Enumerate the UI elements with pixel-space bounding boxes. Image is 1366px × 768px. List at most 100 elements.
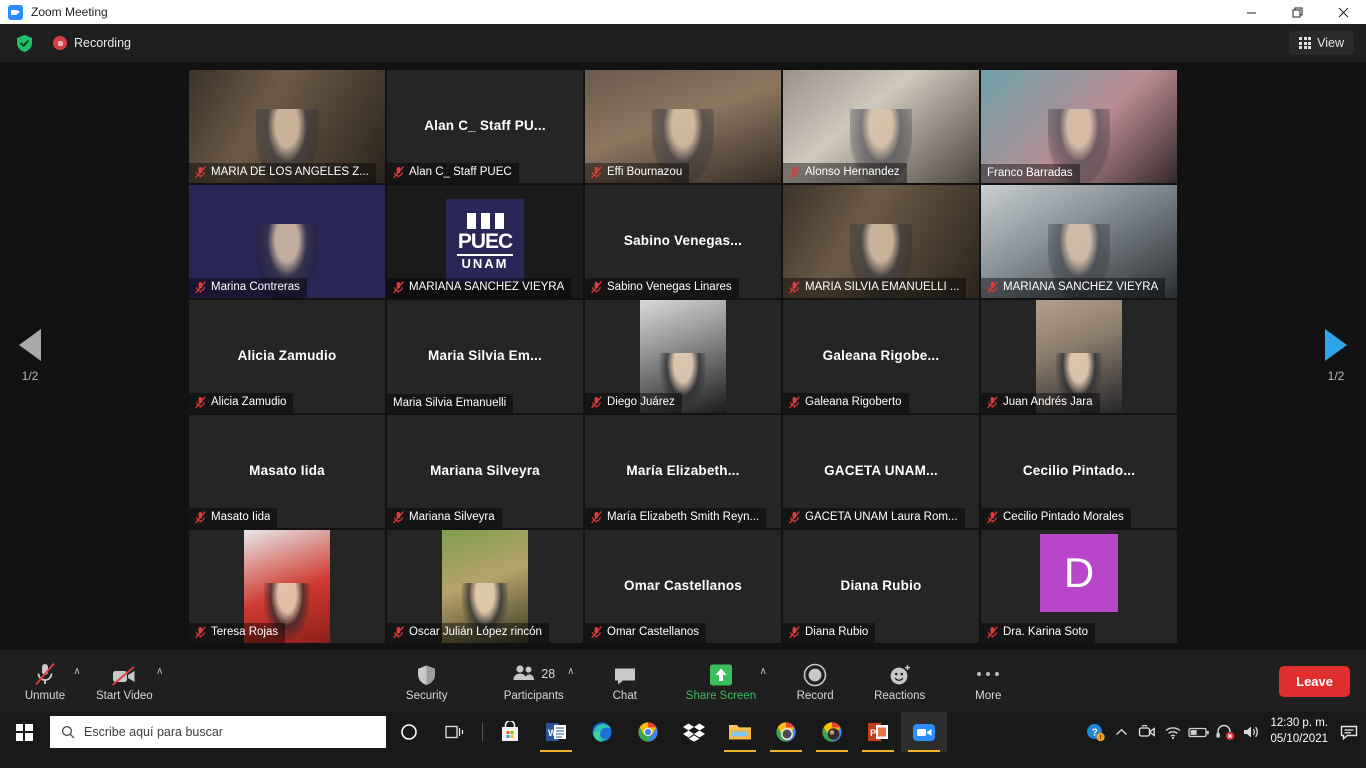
search-placeholder: Escribe aquí para buscar [84,725,223,739]
participant-display-name: Diana Rubio [840,577,922,593]
shield-icon [416,661,437,687]
more-button[interactable]: More [963,650,1013,712]
audio-options-caret[interactable]: ∧ [70,650,84,712]
headset-muted-icon[interactable] [1212,712,1238,752]
dropbox-icon[interactable] [671,712,717,752]
chevron-up-icon: ∧ [759,665,767,677]
participant-name-badge: Franco Barradas [981,163,1080,183]
participant-tile[interactable]: Alonso Hernandez [783,69,979,183]
participant-tile[interactable]: Franco Barradas [981,69,1177,183]
participant-tile[interactable]: Alicia Zamudio Alicia Zamudio [189,299,385,413]
share-screen-label: Share Screen [685,689,757,702]
participant-tile[interactable]: Galeana Rigobe... Galeana Rigoberto [783,299,979,413]
zoom-tray-camera-icon[interactable] [1134,712,1160,752]
chrome-window-2-icon[interactable] [809,712,855,752]
record-button[interactable]: Record [790,650,840,712]
participant-name-badge: Cecilio Pintado Morales [981,507,1131,528]
participant-tile[interactable]: Cecilio Pintado... Cecilio Pintado Moral… [981,414,1177,528]
microphone-muted-icon [195,510,206,523]
participant-tile[interactable]: Marina Contreras [189,184,385,298]
share-screen-button[interactable]: Share Screen [686,650,756,712]
zoom-icon[interactable] [901,712,947,752]
participant-name-badge: Juan Andrés Jara [981,392,1100,413]
participant-tile[interactable]: Diego Juárez [585,299,781,413]
start-video-button[interactable]: Start Video [96,650,153,712]
notifications-icon[interactable] [1336,712,1362,752]
volume-icon[interactable] [1238,712,1264,752]
chat-button[interactable]: Chat [600,650,650,712]
participant-tile-grid: MARIA DE LOS ANGELES Z... Alan C_ Staff … [189,69,1177,643]
participant-name-badge: Marina Contreras [189,277,307,298]
participant-tile[interactable]: María Elizabeth... María Elizabeth Smith… [585,414,781,528]
more-label: More [975,689,1002,702]
participant-name: Sabino Venegas Linares [607,281,732,293]
participant-tile[interactable]: Juan Andrés Jara [981,299,1177,413]
participants-label: Participants [503,689,564,702]
participant-tile[interactable]: PUEC UNAM MARIANA SANCHEZ VIEYRA [387,184,583,298]
participant-tile[interactable]: MARIANA SANCHEZ VIEYRA [981,184,1177,298]
participant-name: Oscar Julián López rincón [409,626,542,638]
chrome-icon[interactable] [625,712,671,752]
maximize-button[interactable] [1274,0,1320,24]
participant-name-badge: MARIANA SANCHEZ VIEYRA [981,277,1166,298]
participant-tile[interactable]: Omar Castellanos Omar Castellanos [585,529,781,643]
file-explorer-icon[interactable] [717,712,763,752]
shield-check-icon[interactable] [16,34,33,53]
windows-taskbar: Escribe aquí para buscar W P ? 12:30 p. … [0,712,1366,752]
participant-name: Teresa Rojas [211,626,279,638]
view-button[interactable]: View [1289,31,1354,55]
task-view-icon[interactable] [432,712,478,752]
participant-display-name: Alicia Zamudio [237,347,337,363]
share-options-caret[interactable]: ∧ [756,650,770,712]
chrome-window-icon[interactable] [763,712,809,752]
microphone-muted-icon [987,280,998,293]
start-button[interactable] [0,712,48,752]
participant-tile[interactable]: Alan C_ Staff PU... Alan C_ Staff PUEC [387,69,583,183]
microphone-muted-icon [195,165,206,178]
participant-name-badge: Alonso Hernandez [783,162,907,183]
microsoft-store-icon[interactable] [487,712,533,752]
powerpoint-icon[interactable]: P [855,712,901,752]
edge-icon[interactable] [579,712,625,752]
security-button[interactable]: Security [402,650,452,712]
close-button[interactable] [1320,0,1366,24]
help-warning-icon[interactable]: ? [1082,712,1108,752]
participant-tile[interactable]: GACETA UNAM... GACETA UNAM Laura Rom... [783,414,979,528]
minimize-button[interactable] [1228,0,1274,24]
participant-tile[interactable]: Effi Bournazou [585,69,781,183]
recording-status[interactable]: Recording [53,36,131,50]
participant-tile[interactable]: Maria Silvia Em... Maria Silvia Emanuell… [387,299,583,413]
participant-tile[interactable]: MARIA DE LOS ANGELES Z... [189,69,385,183]
wifi-icon[interactable] [1160,712,1186,752]
participants-button[interactable]: 28 Participants [504,650,564,712]
record-label: Record [796,689,834,702]
next-page-button[interactable]: 1/2 [1306,62,1366,650]
chevron-up-icon[interactable] [1108,712,1134,752]
participant-tile[interactable]: Teresa Rojas [189,529,385,643]
participant-name: Effi Bournazou [607,166,683,178]
taskbar-search-input[interactable]: Escribe aquí para buscar [50,716,386,748]
cortana-icon[interactable] [386,712,432,752]
participant-tile[interactable]: Mariana Silveyra Mariana Silveyra [387,414,583,528]
participants-options-caret[interactable]: ∧ [564,650,578,712]
participant-tile[interactable]: Sabino Venegas... Sabino Venegas Linares [585,184,781,298]
battery-icon[interactable] [1186,712,1212,752]
participant-tile[interactable]: D Dra. Karina Soto [981,529,1177,643]
participant-tile[interactable]: Oscar Julián López rincón [387,529,583,643]
participant-display-name: María Elizabeth... [626,462,740,478]
previous-page-button[interactable]: 1/2 [0,62,60,650]
video-options-caret[interactable]: ∧ [153,650,167,712]
unmute-button[interactable]: Unmute [20,650,70,712]
participant-tile[interactable]: Diana Rubio Diana Rubio [783,529,979,643]
microphone-muted-icon [393,625,404,638]
microphone-muted-icon [789,280,800,293]
participant-tile[interactable]: MARIA SILVIA EMANUELLI ... [783,184,979,298]
participant-name-badge: María Elizabeth Smith Reyn... [585,507,767,528]
microphone-muted-icon [789,395,800,408]
participant-tile[interactable]: Masato Iida Masato Iida [189,414,385,528]
leave-button[interactable]: Leave [1279,665,1350,697]
word-icon[interactable]: W [533,712,579,752]
microphone-muted-icon [591,165,602,178]
reactions-button[interactable]: Reactions [874,650,925,712]
clock[interactable]: 12:30 p. m. 05/10/2021 [1264,716,1336,747]
